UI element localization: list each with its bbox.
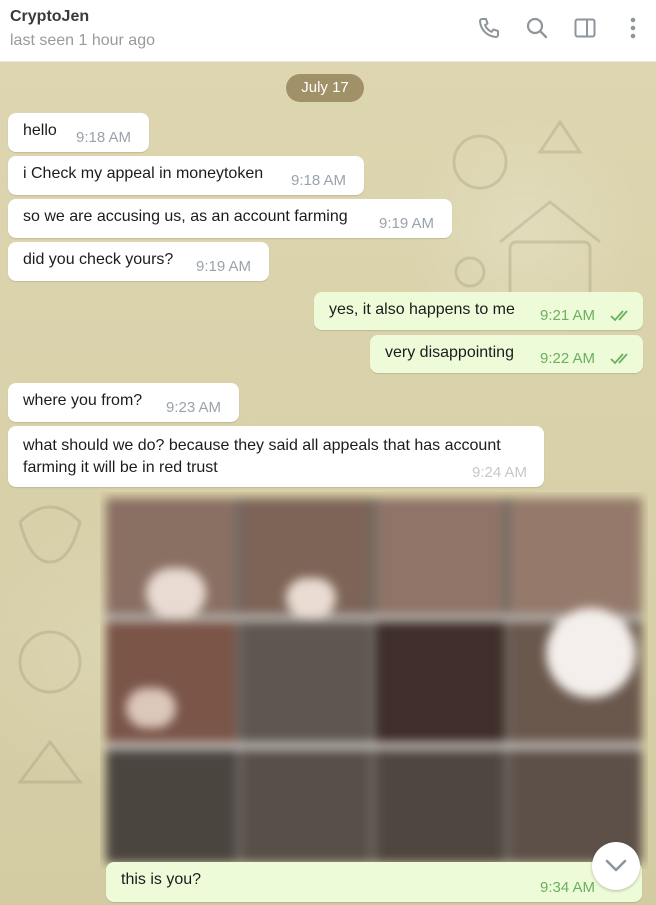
message-bubble[interactable]: what should we do? because they said all… bbox=[8, 426, 544, 487]
scroll-to-bottom-button[interactable] bbox=[592, 842, 640, 890]
message-text: this is you? bbox=[121, 871, 202, 888]
message-bubble[interactable]: hello 9:18 AM bbox=[8, 113, 149, 152]
contact-name[interactable]: CryptoJen bbox=[10, 8, 89, 26]
message-text: very disappointing bbox=[385, 344, 514, 361]
message-text: i Check my appeal in moneytoken bbox=[23, 165, 264, 182]
message-time: 9:18 AM bbox=[291, 172, 347, 189]
background-pattern-left bbox=[17, 505, 83, 784]
blurred-photo bbox=[106, 498, 642, 863]
message-bubble-outgoing[interactable]: this is you? 9:34 AM bbox=[106, 862, 642, 902]
double-check-icon bbox=[610, 310, 628, 322]
message-time: 9:21 AM bbox=[540, 307, 596, 324]
message-text: where you from? bbox=[23, 392, 143, 409]
sidebar-toggle-icon[interactable] bbox=[572, 14, 598, 42]
phone-icon[interactable] bbox=[476, 14, 502, 42]
contact-status: last seen 1 hour ago bbox=[10, 32, 155, 49]
message-time: 9:24 AM bbox=[472, 464, 528, 481]
message-time: 9:22 AM bbox=[540, 350, 596, 367]
date-separator: July 17 bbox=[286, 74, 364, 102]
chat-area[interactable]: July 17 hello 9:18 AM i Check my appeal … bbox=[0, 62, 656, 905]
message-time: 9:19 AM bbox=[196, 258, 252, 275]
message-bubble-outgoing[interactable]: yes, it also happens to me 9:21 AM bbox=[314, 292, 643, 330]
message-bubble[interactable]: where you from? 9:23 AM bbox=[8, 383, 239, 422]
more-icon[interactable] bbox=[620, 14, 646, 42]
message-text: did you check yours? bbox=[23, 251, 174, 268]
message-time: 9:34 AM bbox=[540, 879, 596, 896]
message-bubble[interactable]: i Check my appeal in moneytoken 9:18 AM bbox=[8, 156, 364, 195]
photo-attachment[interactable] bbox=[100, 492, 648, 869]
message-time: 9:23 AM bbox=[166, 399, 222, 416]
message-text: so we are accusing us, as an account far… bbox=[23, 208, 348, 225]
message-bubble[interactable]: so we are accusing us, as an account far… bbox=[8, 199, 452, 238]
message-bubble[interactable]: did you check yours? 9:19 AM bbox=[8, 242, 269, 281]
double-check-icon bbox=[610, 353, 628, 365]
message-time: 9:18 AM bbox=[76, 129, 132, 146]
message-bubble-outgoing[interactable]: very disappointing 9:22 AM bbox=[370, 335, 643, 373]
message-text: what should we do? because they said all… bbox=[23, 437, 501, 476]
chat-header: CryptoJen last seen 1 hour ago bbox=[0, 0, 656, 62]
message-time: 9:19 AM bbox=[379, 215, 435, 232]
search-icon[interactable] bbox=[524, 14, 550, 42]
message-text: yes, it also happens to me bbox=[329, 301, 515, 318]
chevron-down-icon bbox=[605, 859, 627, 872]
message-text: hello bbox=[23, 122, 57, 139]
